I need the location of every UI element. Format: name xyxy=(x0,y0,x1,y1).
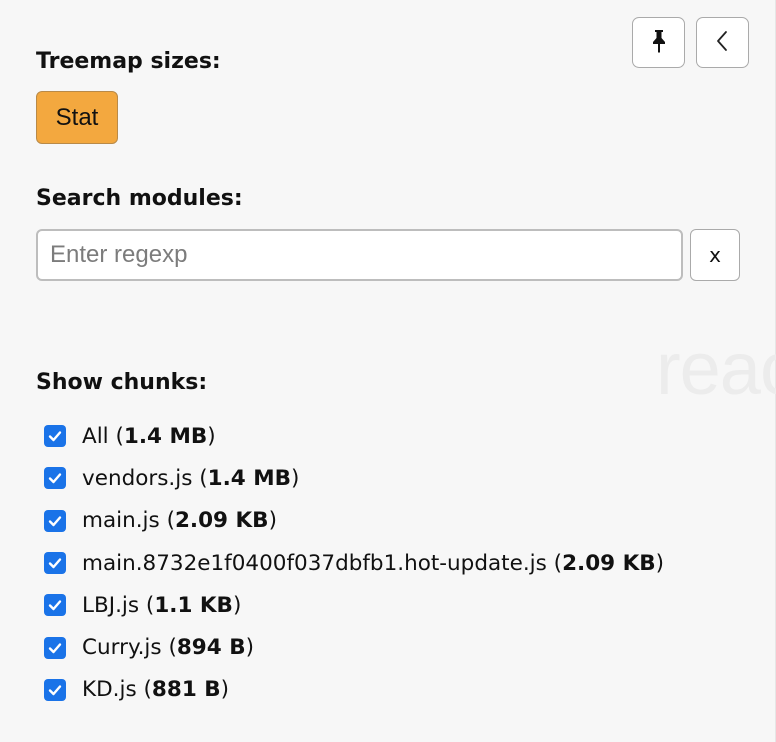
chunk-name: LBJ.js xyxy=(82,592,140,618)
chunk-checkbox[interactable] xyxy=(44,509,66,532)
chunk-size: 1.1 KB xyxy=(154,592,233,618)
chunk-label: main.js (2.09 KB) xyxy=(82,508,277,534)
chunk-checkbox[interactable] xyxy=(44,467,66,490)
chunk-checkbox[interactable] xyxy=(44,678,66,701)
chunk-item[interactable]: All (1.4 MB) xyxy=(44,415,664,457)
chunk-size: 881 B xyxy=(151,677,221,703)
clear-search-button[interactable]: x xyxy=(690,229,740,281)
stat-size-button[interactable]: Stat xyxy=(36,91,118,144)
chunk-name: KD.js xyxy=(82,677,137,703)
pin-icon xyxy=(649,28,669,58)
treemap-sizes-title: Treemap sizes: xyxy=(36,49,221,74)
chunk-checkbox[interactable] xyxy=(44,594,66,617)
search-modules-title: Search modules: xyxy=(36,186,243,211)
chunk-label: All (1.4 MB) xyxy=(82,423,216,449)
chunk-item[interactable]: main.8732e1f0400f037dbfb1.hot-update.js … xyxy=(44,542,664,584)
chunk-item[interactable]: LBJ.js (1.1 KB) xyxy=(44,584,664,626)
chunk-list: All (1.4 MB) vendors.js (1.4 MB) main.js (… xyxy=(44,415,664,711)
pin-button[interactable] xyxy=(632,17,685,68)
chunk-size: 1.4 MB xyxy=(207,465,292,491)
chunk-name: main.8732e1f0400f037dbfb1.hot-update.js xyxy=(82,550,547,576)
chunk-label: vendors.js (1.4 MB) xyxy=(82,465,300,491)
collapse-sidebar-button[interactable] xyxy=(696,17,749,68)
show-chunks-title: Show chunks: xyxy=(36,370,208,395)
chunk-checkbox[interactable] xyxy=(44,425,66,448)
sidebar-panel: reac Treemap sizes: Stat Search modules:… xyxy=(0,0,776,742)
background-watermark-text: reac xyxy=(656,327,776,410)
chunk-checkbox[interactable] xyxy=(44,552,66,575)
chunk-name: Curry.js xyxy=(82,635,162,661)
chunk-item[interactable]: KD.js (881 B) xyxy=(44,669,664,711)
chunk-name: All xyxy=(82,423,109,449)
chunk-label: KD.js (881 B) xyxy=(82,677,230,703)
chunk-item[interactable]: Curry.js (894 B) xyxy=(44,626,664,668)
chevron-left-icon xyxy=(715,29,731,57)
chunk-size: 2.09 KB xyxy=(562,550,656,576)
chunk-size: 2.09 KB xyxy=(174,508,269,534)
chunk-name: vendors.js xyxy=(82,465,193,491)
chunk-label: main.8732e1f0400f037dbfb1.hot-update.js … xyxy=(82,550,665,576)
search-input[interactable] xyxy=(36,229,683,281)
chunk-label: LBJ.js (1.1 KB) xyxy=(82,592,242,618)
chunk-label: Curry.js (894 B) xyxy=(82,635,254,661)
chunk-size: 894 B xyxy=(176,635,246,661)
chunk-name: main.js xyxy=(82,508,160,534)
chunk-size: 1.4 MB xyxy=(123,423,208,449)
chunk-item[interactable]: vendors.js (1.4 MB) xyxy=(44,457,664,499)
chunk-checkbox[interactable] xyxy=(44,636,66,659)
chunk-item[interactable]: main.js (2.09 KB) xyxy=(44,500,664,542)
